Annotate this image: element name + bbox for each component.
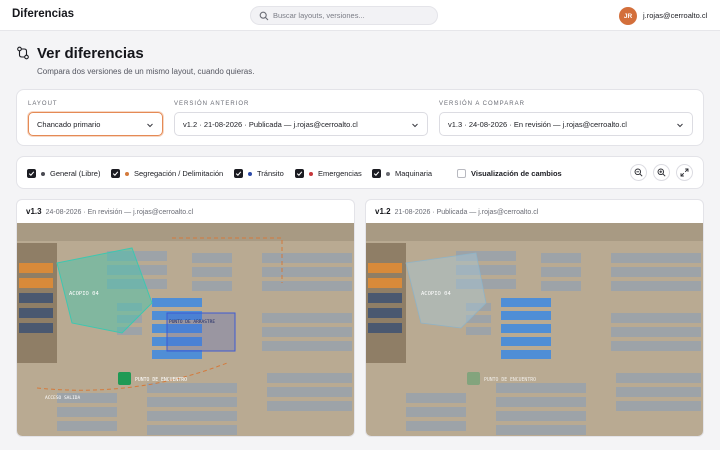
zone-label-acceso: PUNTO DE ARRASTRE xyxy=(169,319,215,325)
zoom-in-button[interactable] xyxy=(653,164,670,181)
panel-previous-version: v1.2 21-08-2026 · Publicada — j.rojas@cer… xyxy=(365,199,704,437)
compare-arrows-icon xyxy=(17,46,29,60)
filter-label: Maquinaria xyxy=(395,169,433,178)
check-icon xyxy=(28,171,35,176)
search-icon xyxy=(259,11,269,21)
checkbox-checked[interactable] xyxy=(372,169,381,178)
meeting-point-label: PUNTO DE ENCUENTRO xyxy=(484,377,536,383)
panel-header: v1.2 21-08-2026 · Publicada — j.rojas@cer… xyxy=(375,207,538,216)
layer-color-dot xyxy=(386,171,390,176)
chevron-down-icon xyxy=(412,123,418,128)
avatar[interactable]: JR xyxy=(619,7,637,25)
checkbox-checked[interactable] xyxy=(111,169,120,178)
search-input[interactable]: Buscar layouts, versiones... xyxy=(250,6,438,25)
zone-label-acopio: ACOPIO 04 xyxy=(69,291,99,297)
filter-maquinaria[interactable]: Maquinaria xyxy=(372,169,432,178)
user-email[interactable]: j.rojas@cerroalto.cl xyxy=(643,11,707,20)
zoom-out-icon xyxy=(634,168,643,177)
layer-color-dot xyxy=(125,171,129,176)
filter-segregacion[interactable]: Segregación / Delimitación xyxy=(111,169,223,178)
filter-label: Emergencias xyxy=(318,169,362,178)
app-title: Diferencias xyxy=(12,8,75,20)
compare-version-select[interactable]: v1.3 · 24-08-2026 · En revisión — j.roja… xyxy=(439,112,693,136)
zone-label-acopio: ACOPIO 04 xyxy=(421,291,451,297)
layer-color-dot xyxy=(248,171,252,176)
checkbox-checked[interactable] xyxy=(295,169,304,178)
compare-version-label: VERSIÓN A COMPARAR xyxy=(439,101,525,107)
checkbox-checked[interactable] xyxy=(27,169,36,178)
previous-version-label: VERSIÓN ANTERIOR xyxy=(174,101,250,107)
panel-version: v1.2 xyxy=(375,207,391,216)
filter-visualizacion-cambios[interactable]: Visualización de cambios xyxy=(457,169,562,178)
filter-general[interactable]: General (Libre) xyxy=(27,169,100,178)
filter-transito[interactable]: Tránsito xyxy=(234,169,284,178)
layer-filter-card: General (Libre) Segregación / Delimitaci… xyxy=(16,156,704,189)
checkbox-checked[interactable] xyxy=(234,169,243,178)
compare-version-value: v1.3 · 24-08-2026 · En revisión — j.roja… xyxy=(448,120,627,129)
check-icon xyxy=(373,171,380,176)
panel-compare-version: v1.3 24-08-2026 · En revisión — j.rojas@c… xyxy=(16,199,355,437)
checkbox-unchecked[interactable] xyxy=(457,169,466,178)
meeting-point-label: PUNTO DE ENCUENTRO xyxy=(135,377,187,383)
exit-label: ACCESO SALIDA xyxy=(45,395,81,401)
page-title: Ver diferencias xyxy=(37,45,144,62)
search-placeholder: Buscar layouts, versiones... xyxy=(273,11,365,20)
check-icon xyxy=(296,171,303,176)
check-icon xyxy=(112,171,119,176)
expand-icon xyxy=(680,168,689,177)
layout-label: LAYOUT xyxy=(28,101,58,107)
panel-version: v1.3 xyxy=(26,207,42,216)
top-bar: Diferencias Buscar layouts, versiones...… xyxy=(0,0,720,31)
chevron-down-icon xyxy=(147,123,153,128)
version-selector-card: LAYOUT Chancado primario VERSIÓN ANTERIO… xyxy=(16,89,704,146)
site-map-canvas[interactable]: ACOPIO 04 PUNTO DE ENCUENTRO xyxy=(366,223,704,437)
filter-label: Segregación / Delimitación xyxy=(134,169,224,178)
zoom-out-button[interactable] xyxy=(630,164,647,181)
chevron-down-icon xyxy=(677,123,683,128)
layer-color-dot xyxy=(41,171,45,176)
site-map-canvas[interactable]: ACOPIO 04 PUNTO DE ARRASTRE PUNTO DE ENC… xyxy=(17,223,355,437)
zoom-in-icon xyxy=(657,168,666,177)
check-icon xyxy=(235,171,242,176)
filter-label: Visualización de cambios xyxy=(471,169,562,178)
filter-label: Tránsito xyxy=(257,169,284,178)
previous-version-select[interactable]: v1.2 · 21-08-2026 · Publicada — j.rojas@… xyxy=(174,112,428,136)
fullscreen-button[interactable] xyxy=(676,164,693,181)
layout-select-value: Chancado primario xyxy=(37,120,101,129)
previous-version-value: v1.2 · 21-08-2026 · Publicada — j.rojas@… xyxy=(183,120,358,129)
panel-meta: 21-08-2026 · Publicada — j.rojas@cerroal… xyxy=(394,209,539,216)
layer-color-dot xyxy=(309,171,313,176)
panel-header: v1.3 24-08-2026 · En revisión — j.rojas@c… xyxy=(26,207,193,216)
panel-meta: 24-08-2026 · En revisión — j.rojas@cerro… xyxy=(45,209,194,216)
page-subtitle: Compara dos versiones de un mismo layout… xyxy=(37,67,255,76)
filter-label: General (Libre) xyxy=(50,169,101,178)
layout-select[interactable]: Chancado primario xyxy=(28,112,163,136)
filter-emergencias[interactable]: Emergencias xyxy=(295,169,362,178)
